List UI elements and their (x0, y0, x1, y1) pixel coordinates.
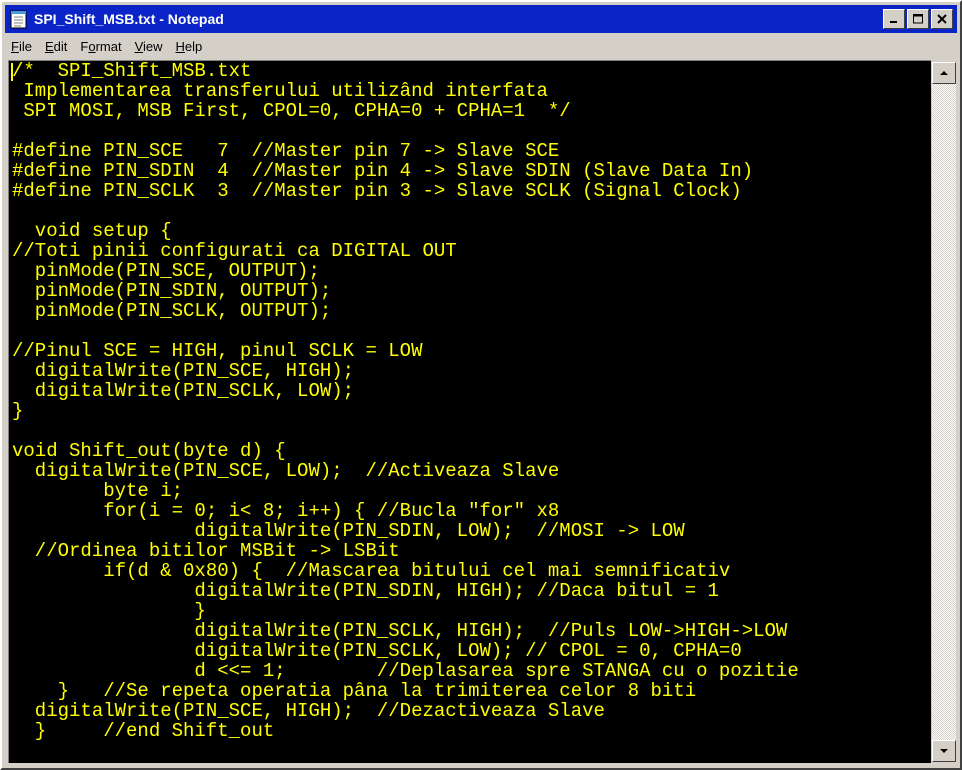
text-line (12, 321, 931, 341)
title-bar[interactable]: SPI_Shift_MSB.txt - Notepad (5, 5, 957, 33)
text-line: /* SPI_Shift_MSB.txt (12, 60, 252, 82)
text-line: SPI MOSI, MSB First, CPOL=0, CPHA=0 + CP… (12, 100, 571, 122)
scroll-up-button[interactable] (932, 62, 956, 84)
menu-view[interactable]: View (129, 39, 169, 54)
text-line: //Pinul SCE = HIGH, pinul SCLK = LOW (12, 340, 423, 362)
text-line: //Ordinea bitilor MSBit -> LSBit (12, 540, 400, 562)
maximize-button[interactable] (907, 9, 929, 29)
text-line (12, 421, 931, 441)
text-line: //Toti pinii configurati ca DIGITAL OUT (12, 240, 457, 262)
text-line: } (12, 400, 24, 422)
minimize-button[interactable] (883, 9, 905, 29)
text-line: } //Se repeta operatia pâna la trimitere… (12, 680, 697, 702)
text-line: for(i = 0; i< 8; i++) { //Bucla "for" x8 (12, 500, 560, 522)
notepad-window: SPI_Shift_MSB.txt - Notepad File Edit Fo… (0, 0, 962, 770)
close-button[interactable] (931, 9, 953, 29)
text-line: digitalWrite(PIN_SDIN, LOW); //MOSI -> L… (12, 520, 685, 542)
scroll-up-arrow-icon (940, 71, 948, 75)
menu-edit[interactable]: Edit (39, 39, 73, 54)
document-text[interactable]: /* SPI_Shift_MSB.txt Implementarea trans… (9, 61, 931, 741)
text-editor-area[interactable]: /* SPI_Shift_MSB.txt Implementarea trans… (8, 60, 931, 763)
menu-file[interactable]: File (5, 39, 38, 54)
text-line: digitalWrite(PIN_SCE, HIGH); (12, 360, 355, 382)
window-title: SPI_Shift_MSB.txt - Notepad (34, 11, 224, 27)
menu-help[interactable]: Help (170, 39, 209, 54)
text-line (12, 121, 931, 141)
text-line: digitalWrite(PIN_SCE, HIGH); //Dezactive… (12, 700, 605, 722)
text-line: if(d & 0x80) { //Mascarea bitului cel ma… (12, 560, 731, 582)
text-line: digitalWrite(PIN_SCLK, HIGH); //Puls LOW… (12, 620, 788, 642)
menu-bar: File Edit Format View Help (5, 35, 957, 57)
scroll-down-button[interactable] (932, 740, 956, 762)
text-caret (11, 63, 13, 81)
text-line: } //end Shift_out (12, 720, 275, 742)
text-line: #define PIN_SCE 7 //Master pin 7 -> Slav… (12, 140, 560, 162)
text-line: void Shift_out(byte d) { (12, 440, 286, 462)
text-line (12, 201, 931, 221)
scroll-down-arrow-icon (940, 749, 948, 753)
text-line: pinMode(PIN_SCLK, OUTPUT); (12, 300, 332, 322)
text-line: pinMode(PIN_SDIN, OUTPUT); (12, 280, 332, 302)
text-line: } (12, 600, 206, 622)
text-line: digitalWrite(PIN_SCE, LOW); //Activeaza … (12, 460, 560, 482)
text-line: pinMode(PIN_SCE, OUTPUT); (12, 260, 320, 282)
text-line: digitalWrite(PIN_SDIN, HIGH); //Daca bit… (12, 580, 719, 602)
text-line: void setup { (12, 220, 172, 242)
text-line: d <<= 1; //Deplasarea spre STANGA cu o p… (12, 660, 799, 682)
menu-format[interactable]: Format (74, 39, 127, 54)
maximize-icon (912, 14, 923, 24)
text-line: #define PIN_SCLK 3 //Master pin 3 -> Sla… (12, 180, 742, 202)
text-line: digitalWrite(PIN_SCLK, LOW); // CPOL = 0… (12, 640, 742, 662)
text-line: Implementarea transferului utilizând int… (12, 80, 548, 102)
scrollbar-track[interactable] (932, 84, 956, 740)
notepad-icon[interactable] (10, 9, 28, 29)
close-icon (937, 14, 947, 24)
text-line: byte i; (12, 480, 184, 502)
text-line: digitalWrite(PIN_SCLK, LOW); (12, 380, 355, 402)
text-line: #define PIN_SDIN 4 //Master pin 4 -> Sla… (12, 160, 754, 182)
minimize-icon (890, 21, 897, 23)
vertical-scrollbar[interactable] (931, 60, 957, 764)
